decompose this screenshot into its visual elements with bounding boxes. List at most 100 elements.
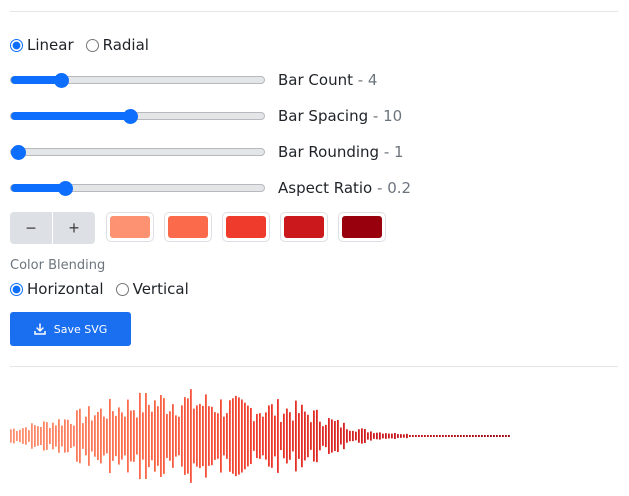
waveform-bar — [490, 435, 492, 437]
waveform-bar — [307, 414, 309, 458]
waveform-bar — [403, 434, 405, 438]
waveform-bar — [436, 435, 438, 437]
waveform-bar — [451, 435, 453, 437]
color-swatch-4[interactable] — [280, 212, 328, 242]
waveform-bar — [190, 389, 192, 483]
waveform-bar — [166, 414, 168, 458]
bar-spacing-label: Bar Spacing - 10 — [278, 106, 402, 126]
waveform-bar — [13, 428, 15, 444]
waveform-bar — [226, 413, 228, 459]
waveform-bar — [127, 399, 129, 473]
waveform-bar — [277, 399, 279, 473]
color-swatch-2[interactable] — [164, 212, 212, 242]
waveform-bar — [241, 399, 243, 473]
blend-horizontal-option[interactable]: Horizontal — [10, 280, 104, 298]
layout-linear-option[interactable]: Linear — [10, 36, 74, 54]
blend-vertical-option[interactable]: Vertical — [115, 280, 189, 298]
waveform-bar — [382, 433, 384, 439]
aspect-ratio-slider-row: Aspect Ratio - 0.2 — [10, 178, 411, 198]
save-svg-button[interactable]: Save SVG — [10, 312, 131, 346]
waveform-bar — [445, 435, 447, 437]
waveform-bar — [253, 421, 255, 451]
waveform-bar — [331, 419, 333, 453]
layout-linear-label: Linear — [27, 36, 74, 54]
waveform-bar — [442, 435, 444, 437]
bar-spacing-slider-row: Bar Spacing - 10 — [10, 106, 402, 126]
waveform-bar — [346, 429, 348, 443]
waveform-bar — [424, 435, 426, 437]
waveform-bar — [196, 405, 198, 467]
bar-spacing-label-sep: - — [368, 107, 384, 125]
bar-rounding-slider-thumb[interactable] — [10, 144, 26, 160]
blend-horizontal-radio[interactable] — [10, 282, 23, 296]
waveform-bar — [457, 435, 459, 437]
blend-vertical-label: Vertical — [132, 280, 189, 298]
waveform-bar — [70, 423, 72, 449]
color-swatch-3[interactable] — [222, 212, 270, 242]
bar-spacing-slider-thumb[interactable] — [122, 108, 138, 124]
waveform-bar — [448, 435, 450, 437]
aspect-ratio-label-text: Aspect Ratio — [278, 179, 373, 197]
waveform-bar — [208, 406, 210, 466]
waveform-bar — [328, 418, 330, 454]
waveform-bar — [349, 430, 351, 442]
waveform-bar — [79, 408, 81, 464]
add-color-button[interactable]: + — [53, 212, 95, 244]
waveform-bar — [325, 424, 327, 448]
waveform-bar — [232, 398, 234, 474]
bar-rounding-label: Bar Rounding - 1 — [278, 142, 404, 162]
waveform-bar — [421, 435, 423, 437]
color-swatch-1[interactable] — [106, 212, 154, 242]
waveform-bar — [358, 429, 360, 443]
waveform-bar — [463, 435, 465, 437]
waveform-bar — [286, 408, 288, 464]
waveform-bar — [136, 417, 138, 455]
waveform-bar — [46, 422, 48, 450]
bar-count-slider-thumb[interactable] — [53, 72, 69, 88]
waveform-bar — [313, 410, 315, 462]
waveform-bar — [310, 422, 312, 450]
blend-horizontal-label: Horizontal — [27, 280, 104, 298]
waveform-bar — [508, 435, 510, 437]
waveform-bar — [373, 433, 375, 439]
waveform-bar — [352, 430, 354, 442]
bar-count-label-text: Bar Count — [278, 71, 353, 89]
waveform-bar — [40, 426, 42, 446]
waveform-bar — [145, 393, 147, 479]
waveform-bar — [394, 433, 396, 439]
color-swatch-5[interactable] — [338, 212, 386, 242]
layout-radial-radio[interactable] — [85, 38, 99, 52]
waveform-bar — [52, 422, 54, 450]
waveform-bar — [148, 404, 150, 468]
waveform-bar — [469, 435, 471, 437]
waveform-bar — [16, 430, 18, 442]
waveform-bar — [214, 412, 216, 460]
bar-rounding-slider[interactable] — [10, 144, 265, 160]
bar-spacing-slider[interactable] — [10, 108, 265, 124]
waveform-bar — [229, 400, 231, 472]
waveform-bar — [64, 419, 66, 453]
waveform-bar — [142, 412, 144, 460]
waveform-bar — [409, 435, 411, 437]
layout-radial-option[interactable]: Radial — [85, 36, 149, 54]
aspect-ratio-slider-thumb[interactable] — [58, 180, 74, 196]
waveform-bar — [274, 415, 276, 457]
bar-count-slider[interactable] — [10, 72, 265, 88]
waveform-bar — [400, 434, 402, 438]
waveform-bar — [109, 398, 111, 474]
waveform-bar — [49, 428, 51, 444]
layout-linear-radio[interactable] — [10, 38, 23, 52]
bar-count-value: 4 — [367, 71, 378, 89]
waveform-bar — [19, 429, 21, 443]
waveform-bar — [97, 411, 99, 461]
remove-color-button[interactable]: − — [10, 212, 52, 244]
waveform-bar — [118, 407, 120, 465]
bar-spacing-value: 10 — [383, 107, 403, 125]
blend-vertical-radio[interactable] — [115, 282, 129, 296]
aspect-ratio-slider[interactable] — [10, 180, 265, 196]
waveform-bar — [283, 413, 285, 459]
waveform-bar — [466, 435, 468, 437]
waveform-bar — [154, 400, 156, 472]
waveform-bar — [250, 407, 252, 465]
waveform-preview — [10, 389, 510, 483]
